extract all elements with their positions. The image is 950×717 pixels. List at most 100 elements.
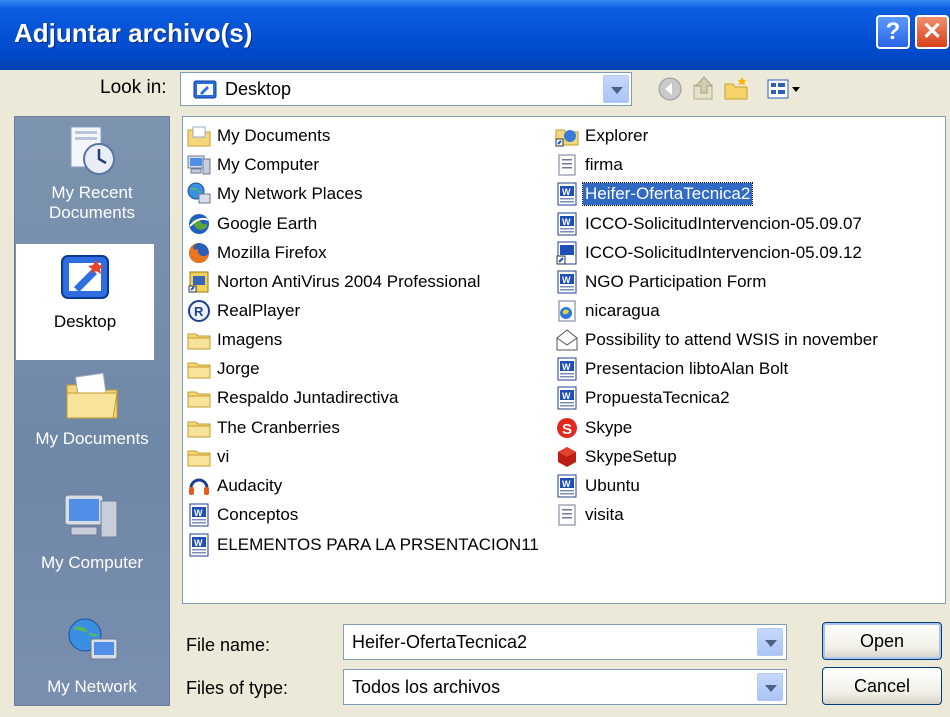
- dialog-title: Adjuntar archivo(s): [14, 18, 253, 48]
- list-item[interactable]: Audacity: [187, 472, 284, 500]
- list-item[interactable]: My Computer: [187, 151, 321, 179]
- back-icon[interactable]: [656, 75, 684, 103]
- file-name-dropdown-arrow[interactable]: [757, 628, 783, 656]
- svg-text:W: W: [562, 362, 571, 372]
- media-icon: [555, 299, 579, 323]
- svg-text:W: W: [194, 508, 203, 518]
- file-type-value: Todos los archivos: [352, 677, 501, 697]
- look-in-dropdown-arrow[interactable]: [603, 75, 629, 103]
- file-name-value: Heifer-OfertaTecnica2: [352, 632, 528, 652]
- firefox-icon: [187, 241, 211, 265]
- word-doc-icon: W: [555, 212, 579, 236]
- list-item[interactable]: ICCO-SolicitudIntervencion-05.09.12: [555, 239, 864, 267]
- up-folder-icon[interactable]: [690, 75, 718, 103]
- network-icon: [187, 182, 211, 206]
- file-name-input[interactable]: Heifer-OfertaTecnica2: [343, 624, 787, 660]
- word-doc-icon: W: [555, 474, 579, 498]
- word-doc-icon: W: [555, 270, 579, 294]
- title-bar[interactable]: Adjuntar archivo(s) ? ✕: [0, 0, 950, 70]
- folder-icon: [187, 445, 211, 469]
- list-item[interactable]: Explorer: [555, 122, 650, 150]
- list-item[interactable]: vi: [187, 443, 231, 471]
- look-in-label: Look in:: [100, 77, 167, 98]
- list-item[interactable]: SkypeSetup: [555, 443, 679, 471]
- list-item[interactable]: My Documents: [187, 122, 332, 150]
- my-documents-icon: [66, 372, 118, 419]
- list-item[interactable]: W PropuestaTecnica2: [555, 384, 732, 412]
- text-file-icon: [555, 503, 579, 527]
- svg-text:W: W: [562, 187, 571, 197]
- new-folder-icon[interactable]: [722, 75, 750, 103]
- places-bar: My Recent Documents Desktop My Documents…: [14, 116, 170, 706]
- word-doc-icon: W: [187, 503, 211, 527]
- list-item[interactable]: The Cranberries: [187, 414, 342, 442]
- svg-text:S: S: [562, 421, 572, 438]
- google-earth-icon: [187, 212, 211, 236]
- skype-icon: S: [555, 416, 579, 440]
- file-name-label: File name:: [186, 635, 271, 655]
- audacity-icon: [187, 474, 211, 498]
- file-type-dropdown-arrow[interactable]: [757, 673, 783, 701]
- word-doc-icon: W: [555, 182, 579, 206]
- open-button[interactable]: Open: [822, 622, 942, 660]
- list-item[interactable]: Google Earth: [187, 210, 319, 238]
- list-item[interactable]: Imagens: [187, 326, 284, 354]
- my-computer-icon: [64, 494, 118, 538]
- look-in-dropdown[interactable]: Desktop: [180, 72, 632, 106]
- svg-text:R: R: [194, 304, 204, 319]
- text-file-icon: [555, 153, 579, 177]
- list-item[interactable]: Mozilla Firefox: [187, 239, 329, 267]
- svg-text:W: W: [562, 275, 571, 285]
- folder-docs-icon: [187, 124, 211, 148]
- list-item[interactable]: W Ubuntu: [555, 472, 642, 500]
- skype-setup-icon: [555, 445, 579, 469]
- desktop-icon: [193, 78, 217, 107]
- place-my-recent-documents[interactable]: My Recent Documents: [15, 121, 169, 239]
- list-item[interactable]: Respaldo Juntadirectiva: [187, 384, 400, 412]
- svg-text:W: W: [562, 479, 571, 489]
- file-dialog: Adjuntar archivo(s) ? ✕ Look in: Desktop…: [0, 0, 950, 717]
- list-item[interactable]: W Presentacion libtoAlan Bolt: [555, 355, 790, 383]
- place-desktop[interactable]: Desktop: [15, 243, 155, 361]
- word-doc-icon: W: [555, 357, 579, 381]
- list-item[interactable]: Jorge: [187, 355, 262, 383]
- file-list[interactable]: My Documents My Computer My Network Plac…: [182, 116, 946, 604]
- svg-text:W: W: [194, 538, 203, 548]
- list-item[interactable]: Norton AntiVirus 2004 Professional: [187, 268, 482, 296]
- folder-icon: [187, 328, 211, 352]
- file-type-label: Files of type:: [186, 678, 289, 698]
- svg-text:W: W: [562, 217, 571, 227]
- close-button[interactable]: ✕: [915, 15, 949, 49]
- desktop-icon: [61, 255, 109, 299]
- list-item[interactable]: R RealPlayer: [187, 297, 302, 325]
- place-label: My Documents: [35, 429, 149, 448]
- list-item[interactable]: visita: [555, 501, 626, 529]
- norton-icon: [187, 270, 211, 294]
- list-item[interactable]: W Conceptos: [187, 501, 300, 529]
- folder-icon: [187, 386, 211, 410]
- file-type-select[interactable]: Todos los archivos: [343, 669, 787, 705]
- word-doc-icon: W: [555, 386, 579, 410]
- cancel-button[interactable]: Cancel: [822, 667, 942, 705]
- list-item[interactable]: Possibility to attend WSIS in november: [555, 326, 880, 354]
- word-shortcut-icon: [555, 241, 579, 265]
- help-button[interactable]: ?: [876, 15, 910, 49]
- list-item[interactable]: nicaragua: [555, 297, 662, 325]
- list-item-selected[interactable]: W Heifer-OfertaTecnica2: [555, 180, 754, 208]
- list-item[interactable]: W NGO Participation Form: [555, 268, 768, 296]
- list-item[interactable]: firma: [555, 151, 625, 179]
- list-item[interactable]: W ELEMENTOS PARA LA PRSENTACION11: [187, 531, 541, 559]
- list-item[interactable]: S Skype: [555, 414, 634, 442]
- email-icon: [555, 328, 579, 352]
- computer-icon: [187, 153, 211, 177]
- list-item[interactable]: My Network Places: [187, 180, 364, 208]
- place-label: My Recent Documents: [49, 183, 135, 222]
- list-item[interactable]: W ICCO-SolicitudIntervencion-05.09.07: [555, 210, 864, 238]
- place-my-documents[interactable]: My Documents: [15, 367, 169, 485]
- place-my-computer[interactable]: My Computer: [15, 487, 169, 605]
- place-my-network[interactable]: My Network: [15, 615, 169, 717]
- look-in-value: Desktop: [225, 79, 292, 99]
- folder-icon: [187, 357, 211, 381]
- views-menu-icon[interactable]: [766, 75, 804, 103]
- svg-text:W: W: [562, 391, 571, 401]
